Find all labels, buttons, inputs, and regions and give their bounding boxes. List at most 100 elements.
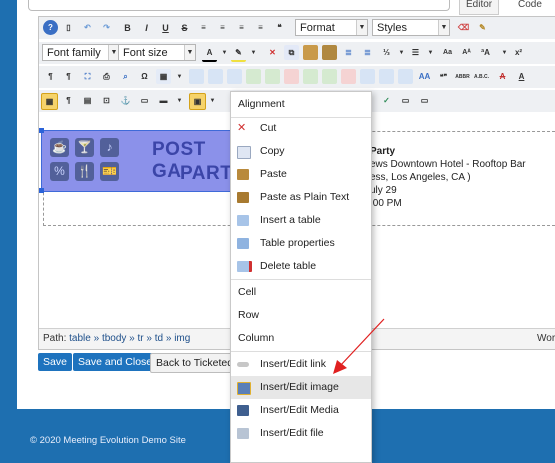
cut-icon[interactable]: ✕ (265, 45, 280, 60)
table-delete-row-icon[interactable] (284, 69, 299, 84)
table-row-after-icon[interactable] (208, 69, 223, 84)
table-insert-col-icon[interactable] (303, 69, 318, 84)
brush-icon[interactable]: ✎ (475, 20, 490, 35)
spellcheck-icon[interactable]: ✓ (379, 93, 394, 108)
chevron-down-icon[interactable]: ▼ (172, 93, 187, 108)
menu-item-table-properties[interactable]: Table properties (231, 232, 371, 255)
menu-item-cell[interactable]: Cell (231, 281, 371, 304)
title-input[interactable] (28, 0, 450, 11)
table-delete-icon[interactable] (398, 69, 413, 84)
template-icon[interactable]: ▤ (80, 93, 95, 108)
style-props-icon[interactable]: AA (417, 69, 432, 84)
italic-button[interactable]: I (139, 20, 154, 35)
menu-item-paste-plain[interactable]: Paste as Plain Text (231, 186, 371, 209)
menu-item-insert-table[interactable]: Insert a table (231, 209, 371, 232)
remove-format-icon[interactable]: A (495, 69, 510, 84)
eraser-icon[interactable]: ⌫ (456, 20, 471, 35)
table-row-before-icon[interactable] (189, 69, 204, 84)
text-color-icon[interactable]: A (202, 45, 217, 62)
ltr-icon[interactable]: ¶ (43, 69, 58, 84)
paste-text-icon[interactable] (322, 45, 337, 60)
table-delete-col-icon[interactable] (341, 69, 356, 84)
chevron-down-icon[interactable]: ▼ (172, 69, 187, 84)
tab-code[interactable]: Code (512, 0, 548, 14)
highlight-color-icon[interactable]: ✎ (231, 45, 246, 62)
redo-icon[interactable]: ↷ (99, 20, 114, 35)
chevron-down-icon[interactable]: ▼ (217, 45, 232, 60)
styles-select[interactable]: Styles ▼ (372, 19, 450, 36)
menu-item-cut[interactable]: ✕ Cut (231, 117, 371, 140)
new-document-icon[interactable]: ▯ (61, 20, 76, 35)
hr-icon[interactable]: ▬ (156, 93, 171, 108)
outdent-icon[interactable]: ≣ (360, 45, 375, 60)
menu-item-insert-media[interactable]: Insert/Edit Media (231, 399, 371, 422)
align-right-icon[interactable]: ≡ (234, 20, 249, 35)
table-merge-icon[interactable] (360, 69, 375, 84)
acronym-icon[interactable]: A.B.C. (474, 69, 489, 84)
paste-icon[interactable] (303, 45, 318, 60)
align-center-icon[interactable]: ≡ (215, 20, 230, 35)
table-insert-row-icon[interactable] (246, 69, 261, 84)
iframe-icon[interactable]: ⊡ (99, 93, 114, 108)
change-case-icon[interactable]: ªA (478, 45, 493, 60)
visual-aid-icon[interactable]: ▦ (41, 93, 58, 110)
blockquote-icon[interactable]: ❝ (272, 20, 287, 35)
table-insert-row-after-icon[interactable] (265, 69, 280, 84)
table-split-icon[interactable] (379, 69, 394, 84)
table-cell-props-icon[interactable] (227, 69, 242, 84)
align-left-icon[interactable]: ≡ (196, 20, 211, 35)
tab-editor[interactable]: Editor (459, 0, 500, 15)
menu-item-column[interactable]: Column (231, 327, 371, 350)
bold-button[interactable]: B (120, 20, 135, 35)
superscript-icon[interactable]: x² (511, 45, 526, 60)
save-and-close-button[interactable]: Save and Close (73, 353, 158, 371)
menu-item-alignment[interactable]: Alignment (231, 93, 371, 116)
show-blocks-icon[interactable]: ¶ (61, 93, 76, 108)
resize-handle[interactable] (39, 188, 44, 193)
font-size-increase-icon[interactable]: Aᴬ (459, 45, 474, 60)
undo-icon[interactable]: ↶ (80, 20, 95, 35)
chevron-down-icon[interactable]: ▼ (246, 45, 261, 60)
table-insert-col-after-icon[interactable] (322, 69, 337, 84)
font-size-select[interactable]: Font size ▼ (118, 44, 196, 61)
menu-item-paste[interactable]: Paste (231, 163, 371, 186)
table-icon[interactable]: ▦ (156, 69, 171, 84)
rtl-icon[interactable]: ¶ (61, 69, 76, 84)
form-icon[interactable]: ▭ (398, 93, 413, 108)
input-icon[interactable]: ▭ (417, 93, 432, 108)
copy-icon[interactable]: ⧉ (284, 45, 299, 60)
strikethrough-button[interactable]: S (177, 20, 192, 35)
anchor-icon[interactable]: ⚓ (118, 93, 133, 108)
font-family-select[interactable]: Font family ▼ (42, 44, 120, 61)
format-select[interactable]: Format ▼ (295, 19, 368, 36)
image-icon[interactable]: ▣ (189, 93, 206, 110)
font-size-decrease-icon[interactable]: Aa (440, 45, 455, 60)
chevron-down-icon[interactable]: ▼ (497, 45, 512, 60)
symbol-icon[interactable]: Ω (137, 69, 152, 84)
bullet-list-icon[interactable]: ☰ (408, 45, 423, 60)
align-justify-icon[interactable]: ≡ (253, 20, 268, 35)
chevron-down-icon[interactable]: ▼ (394, 45, 409, 60)
menu-item-copy[interactable]: Copy (231, 140, 371, 163)
menu-item-row[interactable]: Row (231, 304, 371, 327)
underline-button[interactable]: U (158, 20, 173, 35)
menu-item-delete-table[interactable]: Delete table (231, 255, 371, 278)
abbr-icon[interactable]: ABBR (455, 69, 470, 84)
insert-text-icon[interactable]: A (514, 69, 529, 84)
chevron-down-icon[interactable]: ▼ (423, 45, 438, 60)
event-banner-image[interactable]: ☕ 🍸 ♪ % 🍴 🎫 POST GA PART (39, 128, 238, 193)
fullscreen-icon[interactable]: ⛶ (80, 69, 95, 84)
save-button[interactable]: Save (38, 353, 72, 371)
find-icon[interactable]: ⌕ (118, 69, 133, 84)
help-icon[interactable]: ? (43, 20, 58, 35)
menu-item-insert-file[interactable]: Insert/Edit file (231, 422, 371, 445)
chevron-down-icon[interactable]: ▼ (205, 93, 220, 108)
element-path[interactable]: table » tbody » tr » td » img (69, 333, 190, 344)
print-icon[interactable]: ⎙ (99, 69, 114, 84)
quote-icon[interactable]: ❝❞ (436, 69, 451, 84)
numbered-list-icon[interactable]: ⅓ (379, 45, 394, 60)
resize-handle[interactable] (39, 128, 44, 133)
menu-item-insert-link[interactable]: Insert/Edit link (231, 353, 371, 376)
indent-icon[interactable]: ≣ (341, 45, 356, 60)
menu-item-insert-image[interactable]: Insert/Edit image (231, 376, 371, 399)
